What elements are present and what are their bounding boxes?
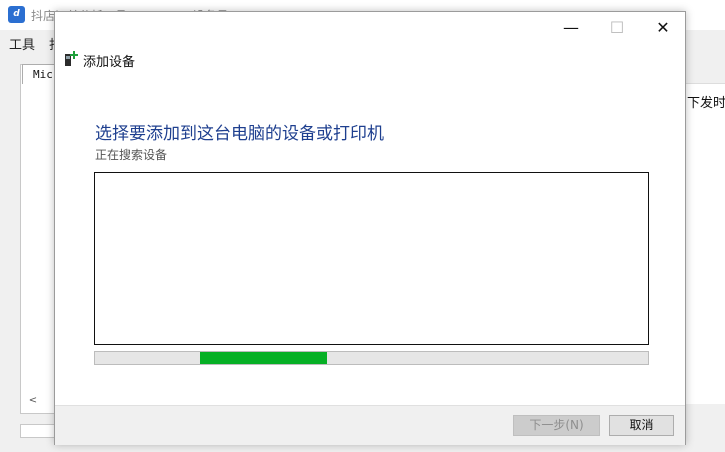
maximize-button: ☐ [609, 18, 625, 37]
search-status-text: 正在搜索设备 [95, 148, 168, 162]
next-button[interactable]: 下一步(N) [513, 415, 600, 436]
scroll-left-arrow-icon[interactable]: < [24, 394, 42, 408]
add-device-icon [65, 51, 78, 66]
menu-item-tools[interactable]: 工具 [9, 34, 35, 53]
app-logo-icon: d [8, 6, 25, 23]
progress-fill [200, 352, 328, 364]
search-progress-bar [94, 351, 649, 365]
dialog-title: 添加设备 [83, 55, 136, 70]
dialog-footer: 下一步(N) 取消 [55, 405, 685, 445]
background-tab-microsoft[interactable]: Microsoft [22, 64, 58, 84]
background-right-table [686, 83, 725, 404]
background-column-header: 下发时 [687, 96, 725, 111]
minimize-button[interactable]: — [548, 12, 594, 43]
device-list[interactable] [94, 172, 649, 345]
page-heading: 选择要添加到这台电脑的设备或打印机 [95, 124, 384, 144]
cancel-button[interactable]: 取消 [609, 415, 674, 436]
add-device-dialog: — ☐ ✕ 添加设备 选择要添加到这台电脑的设备或打印机 正在搜索设备 下一步(… [54, 11, 686, 445]
close-button[interactable]: ✕ [640, 12, 686, 43]
